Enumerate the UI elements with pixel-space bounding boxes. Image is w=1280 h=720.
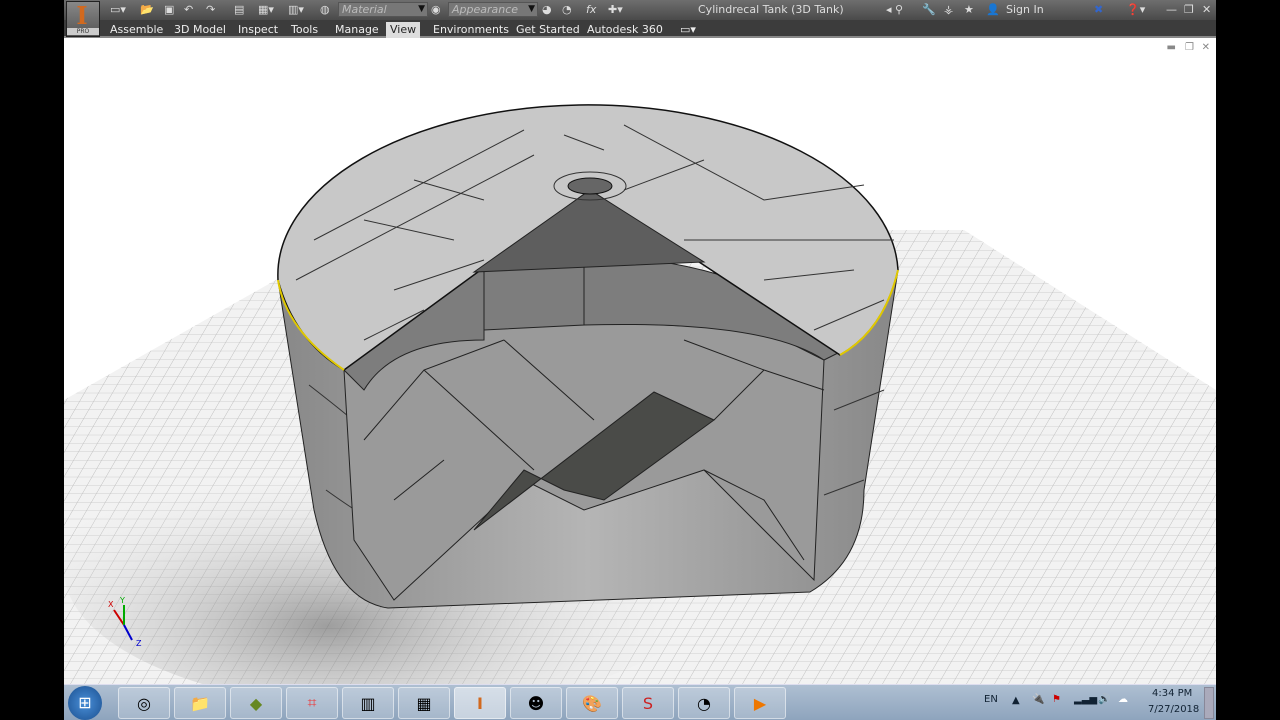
clock-time[interactable]: 4:34 PM [1152, 688, 1192, 699]
cloud-upload-icon[interactable]: ☁ [1118, 694, 1128, 705]
undo-icon[interactable]: ↶ [184, 3, 193, 16]
logo-badge: PRO [67, 28, 99, 35]
show-desktop-button[interactable] [1204, 687, 1214, 719]
appearance-dropdown[interactable]: Appearance ▼ [448, 2, 538, 17]
clock-date[interactable]: 7/27/2018 [1148, 704, 1199, 715]
properties-icon[interactable]: ▥▾ [288, 3, 304, 16]
3d-viewport[interactable]: ▬ ❐ ✕ X Y Z [64, 40, 1216, 684]
visual-studio-taskbar-icon[interactable]: ◆ [230, 687, 282, 719]
wrench-icon[interactable]: 🔧 [922, 3, 936, 16]
action-center-flag-icon[interactable]: ⚑ [1052, 694, 1061, 705]
title-bar: I PRO ▭▾ 📂 ▣ ↶ ↷ ▤ ▦▾ ▥▾ ◍ Material ▼ ◉ Ap… [64, 0, 1216, 37]
model-scene: X Y Z [64, 104, 1216, 684]
help-icon[interactable]: ❓▾ [1126, 3, 1145, 16]
tank-top-manhole [567, 177, 613, 195]
speedometer-taskbar-icon[interactable]: ◔ [678, 687, 730, 719]
tab-3d-model[interactable]: 3D Model [170, 22, 230, 38]
media-player-taskbar-icon[interactable]: ▶ [734, 687, 786, 719]
star-icon[interactable]: ★ [964, 3, 974, 16]
customize-icon[interactable]: ✚▾ [608, 3, 623, 16]
calculator-taskbar-icon[interactable]: ▦ [398, 687, 450, 719]
satellite-icon[interactable]: ⚶ [944, 3, 953, 16]
axis-z-label: Z [136, 639, 142, 648]
tab-environments[interactable]: Environments [429, 22, 513, 38]
tab-manage[interactable]: Manage [331, 22, 383, 38]
minimize-button[interactable]: — [1166, 3, 1177, 16]
save-icon[interactable]: ▣ [164, 3, 174, 16]
ribbon-display-toggle[interactable]: ▭▾ [676, 22, 700, 38]
inventor-taskbar-icon[interactable]: I [454, 687, 506, 719]
exchange-icon[interactable]: ✖ [1094, 3, 1103, 16]
tab-view[interactable]: View [386, 22, 421, 38]
tab-autodesk-360[interactable]: Autodesk 360 [583, 22, 667, 38]
crop-tool-taskbar-icon[interactable]: ⌗ [286, 687, 338, 719]
redo-icon[interactable]: ↷ [206, 3, 215, 16]
parameters-button[interactable]: fx [586, 3, 596, 16]
doc-close-button[interactable]: ✕ [1202, 42, 1210, 53]
chrome-taskbar-icon[interactable]: ◎ [118, 687, 170, 719]
inventor-window: I PRO ▭▾ 📂 ▣ ↶ ↷ ▤ ▦▾ ▥▾ ◍ Material ▼ ◉ Ap… [64, 0, 1216, 720]
user-icon[interactable]: 👤 [986, 3, 1000, 16]
tab-inspect[interactable]: Inspect [234, 22, 282, 38]
explorer-taskbar-icon[interactable]: 📁 [174, 687, 226, 719]
volume-icon[interactable]: 🔊 [1098, 694, 1110, 705]
material-dropdown[interactable]: Material ▼ [338, 2, 428, 17]
adjust-icon[interactable]: ◕ [542, 3, 552, 16]
language-indicator[interactable]: EN [984, 694, 998, 705]
clear-icon[interactable]: ◔ [562, 3, 572, 16]
search-icon[interactable]: ◂ ⚲ [886, 3, 903, 16]
axis-y-label: Y [119, 596, 125, 605]
unit-converter-taskbar-icon[interactable]: ▥ [342, 687, 394, 719]
tab-get-started[interactable]: Get Started [512, 22, 584, 38]
start-button[interactable]: ⊞ [68, 686, 102, 720]
tab-tools[interactable]: Tools [287, 22, 322, 38]
axis-x-label: X [108, 600, 114, 609]
show-hidden-icons[interactable]: ▲ [1012, 695, 1020, 706]
update-icon[interactable]: ▤ [234, 3, 244, 16]
close-button[interactable]: ✕ [1202, 3, 1211, 16]
paint-taskbar-icon[interactable]: 🎨 [566, 687, 618, 719]
sign-in-link[interactable]: Sign In [1006, 3, 1044, 16]
doc-minimize-button[interactable]: ▬ [1167, 42, 1176, 53]
power-icon[interactable]: 🔌 [1032, 694, 1044, 705]
select-icon[interactable]: ▦▾ [258, 3, 274, 16]
taskbar: ⊞ ◎ 📁 ◆ ⌗ ▥ ▦ I ☻ 🎨 S ◔ ▶ EN ▲ 🔌 ⚑ ▂▃▅ 🔊… [64, 684, 1216, 720]
s-app-taskbar-icon[interactable]: S [622, 687, 674, 719]
inventor-logo-icon: I [76, 1, 88, 30]
tab-assemble[interactable]: Assemble [106, 22, 167, 38]
ribbon-tabs: Assemble 3D Model Inspect Tools Manage V… [64, 20, 1216, 38]
app-menu-button[interactable]: I PRO [66, 1, 100, 37]
doc-restore-button[interactable]: ❐ [1185, 42, 1194, 53]
window-title: Cylindrecal Tank (3D Tank) [698, 3, 844, 16]
new-icon[interactable]: ▭▾ [110, 3, 126, 16]
open-icon[interactable]: 📂 [140, 3, 154, 16]
restore-button[interactable]: ❐ [1184, 3, 1194, 16]
people-app-taskbar-icon[interactable]: ☻ [510, 687, 562, 719]
appearance-icon: ◉ [431, 3, 441, 16]
network-icon[interactable]: ▂▃▅ [1074, 694, 1097, 705]
material-icon: ◍ [320, 3, 330, 16]
